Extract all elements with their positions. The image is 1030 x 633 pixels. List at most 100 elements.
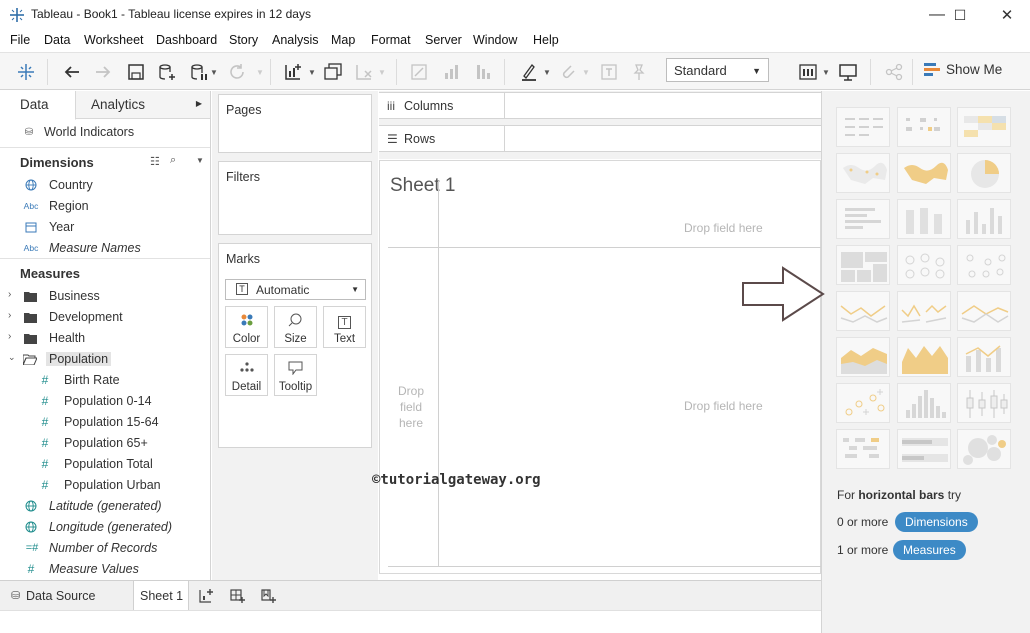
menu-map[interactable]: Map (331, 33, 355, 47)
field-measure-names[interactable]: Abc Measure Names (0, 238, 210, 259)
text-table-thumb[interactable] (836, 107, 890, 147)
duplicate-sheet-icon[interactable] (322, 61, 344, 83)
new-worksheet-tab-icon[interactable] (198, 588, 214, 604)
new-dashboard-tab-icon[interactable] (229, 588, 245, 604)
dual-lines-thumb[interactable] (957, 291, 1011, 331)
show-cards-dropdown-icon[interactable]: ▼ (822, 68, 830, 77)
refresh-dropdown-icon[interactable]: ▼ (256, 68, 264, 77)
tableau-home-icon[interactable] (15, 61, 37, 83)
swap-rows-columns-icon[interactable] (408, 61, 430, 83)
side-by-side-bars-thumb[interactable] (957, 199, 1011, 239)
menu-data[interactable]: Data (44, 33, 70, 47)
list-view-icon[interactable]: ☷ (150, 155, 160, 168)
clear-dropdown-icon[interactable]: ▼ (378, 68, 386, 77)
field-birth-rate[interactable]: # Birth Rate (0, 370, 210, 391)
field-region[interactable]: Abc Region (0, 196, 210, 217)
new-worksheet-dropdown-icon[interactable]: ▼ (308, 68, 316, 77)
menu-help[interactable]: Help (533, 33, 559, 47)
rows-shelf-dropzone[interactable] (505, 125, 821, 152)
color-button[interactable]: Color (225, 306, 268, 348)
area-continuous-thumb[interactable] (836, 337, 890, 377)
menu-dashboard[interactable]: Dashboard (156, 33, 217, 47)
tab-data[interactable]: Data (0, 91, 76, 120)
menu-story[interactable]: Story (229, 33, 258, 47)
side-by-side-circles-thumb[interactable] (957, 245, 1011, 285)
bullet-graph-thumb[interactable] (897, 429, 951, 469)
group-dropdown-icon[interactable]: ▼ (582, 68, 590, 77)
filters-card[interactable]: Filters (218, 161, 372, 235)
view-size-select[interactable]: Standard ▼ (666, 58, 769, 82)
sheet-1-tab[interactable]: Sheet 1 (133, 581, 189, 610)
field-population-65[interactable]: # Population 65+ (0, 433, 210, 454)
field-population-total[interactable]: # Population Total (0, 454, 210, 475)
highlight-dropdown-icon[interactable]: ▼ (543, 68, 551, 77)
sort-ascending-icon[interactable] (440, 61, 462, 83)
filled-map-thumb[interactable] (897, 153, 951, 193)
show-cards-icon[interactable] (797, 61, 819, 83)
fix-axes-icon[interactable] (628, 61, 650, 83)
maximize-button[interactable]: ☐ (937, 0, 983, 30)
menu-analysis[interactable]: Analysis (272, 33, 319, 47)
folder-development[interactable]: › Development (0, 307, 210, 328)
undo-icon[interactable] (61, 61, 83, 83)
field-year[interactable]: Year (0, 217, 210, 238)
pause-updates-icon[interactable] (188, 61, 210, 83)
pause-dropdown-icon[interactable]: ▼ (210, 68, 218, 77)
field-population-urban[interactable]: # Population Urban (0, 475, 210, 496)
drop-field-columns[interactable]: Drop field here (684, 221, 763, 235)
columns-shelf-dropzone[interactable] (505, 92, 821, 119)
drop-field-rows[interactable]: Drop field here (390, 383, 432, 431)
tab-menu-icon[interactable]: ▶ (196, 99, 202, 108)
tooltip-button[interactable]: Tooltip (274, 354, 317, 396)
menu-server[interactable]: Server (425, 33, 462, 47)
chevron-right-icon[interactable]: › (8, 289, 11, 300)
scatter-plot-thumb[interactable] (836, 383, 890, 423)
drop-field-main[interactable]: Drop field here (684, 399, 763, 413)
pages-card[interactable]: Pages (218, 94, 372, 153)
continuous-lines-thumb[interactable] (836, 291, 890, 331)
sort-descending-icon[interactable] (472, 61, 494, 83)
menu-file[interactable]: File (10, 33, 30, 47)
histogram-thumb[interactable] (897, 383, 951, 423)
folder-population[interactable]: ⌄ Population (0, 349, 210, 370)
discrete-lines-thumb[interactable] (897, 291, 951, 331)
field-number-of-records[interactable]: =# Number of Records (0, 538, 210, 559)
presentation-mode-icon[interactable] (837, 61, 859, 83)
packed-bubbles-thumb[interactable] (957, 429, 1011, 469)
search-icon[interactable]: ⌕ (170, 154, 176, 167)
folder-health[interactable]: › Health (0, 328, 210, 349)
folder-business[interactable]: › Business (0, 286, 210, 307)
group-members-icon[interactable] (557, 61, 579, 83)
menu-window[interactable]: Window (473, 33, 517, 47)
menu-format[interactable]: Format (371, 33, 411, 47)
box-whisker-thumb[interactable] (957, 383, 1011, 423)
pie-chart-thumb[interactable] (957, 153, 1011, 193)
new-story-tab-icon[interactable] (260, 588, 276, 604)
horizontal-bars-thumb[interactable] (836, 199, 890, 239)
field-measure-values[interactable]: # Measure Values (0, 559, 210, 580)
new-worksheet-icon[interactable] (282, 61, 304, 83)
mark-type-select[interactable]: T Automatic ▼ (225, 279, 366, 300)
clear-sheet-icon[interactable] (353, 61, 375, 83)
heat-map-thumb[interactable] (897, 107, 951, 147)
new-datasource-icon[interactable] (156, 61, 178, 83)
stacked-bars-thumb[interactable] (897, 199, 951, 239)
field-latitude[interactable]: Latitude (generated) (0, 496, 210, 517)
field-country[interactable]: Country (0, 175, 210, 196)
treemap-thumb[interactable] (836, 245, 890, 285)
field-population-0-14[interactable]: # Population 0-14 (0, 391, 210, 412)
text-button[interactable]: T Text (323, 306, 366, 348)
show-me-button[interactable]: Show Me (918, 58, 1018, 82)
menu-worksheet[interactable]: Worksheet (84, 33, 144, 47)
gantt-chart-thumb[interactable] (836, 429, 890, 469)
close-button[interactable]: ✕ (984, 0, 1030, 30)
share-icon[interactable] (883, 61, 905, 83)
datasource-item[interactable]: ⛁ World Indicators (0, 122, 210, 143)
symbol-map-thumb[interactable] (836, 153, 890, 193)
show-mark-labels-icon[interactable] (598, 61, 620, 83)
area-discrete-thumb[interactable] (897, 337, 951, 377)
size-button[interactable]: Size (274, 306, 317, 348)
data-source-tab[interactable]: ⛁ Data Source (0, 581, 128, 610)
redo-icon[interactable] (92, 61, 114, 83)
pane-menu-icon[interactable]: ▼ (196, 156, 204, 165)
